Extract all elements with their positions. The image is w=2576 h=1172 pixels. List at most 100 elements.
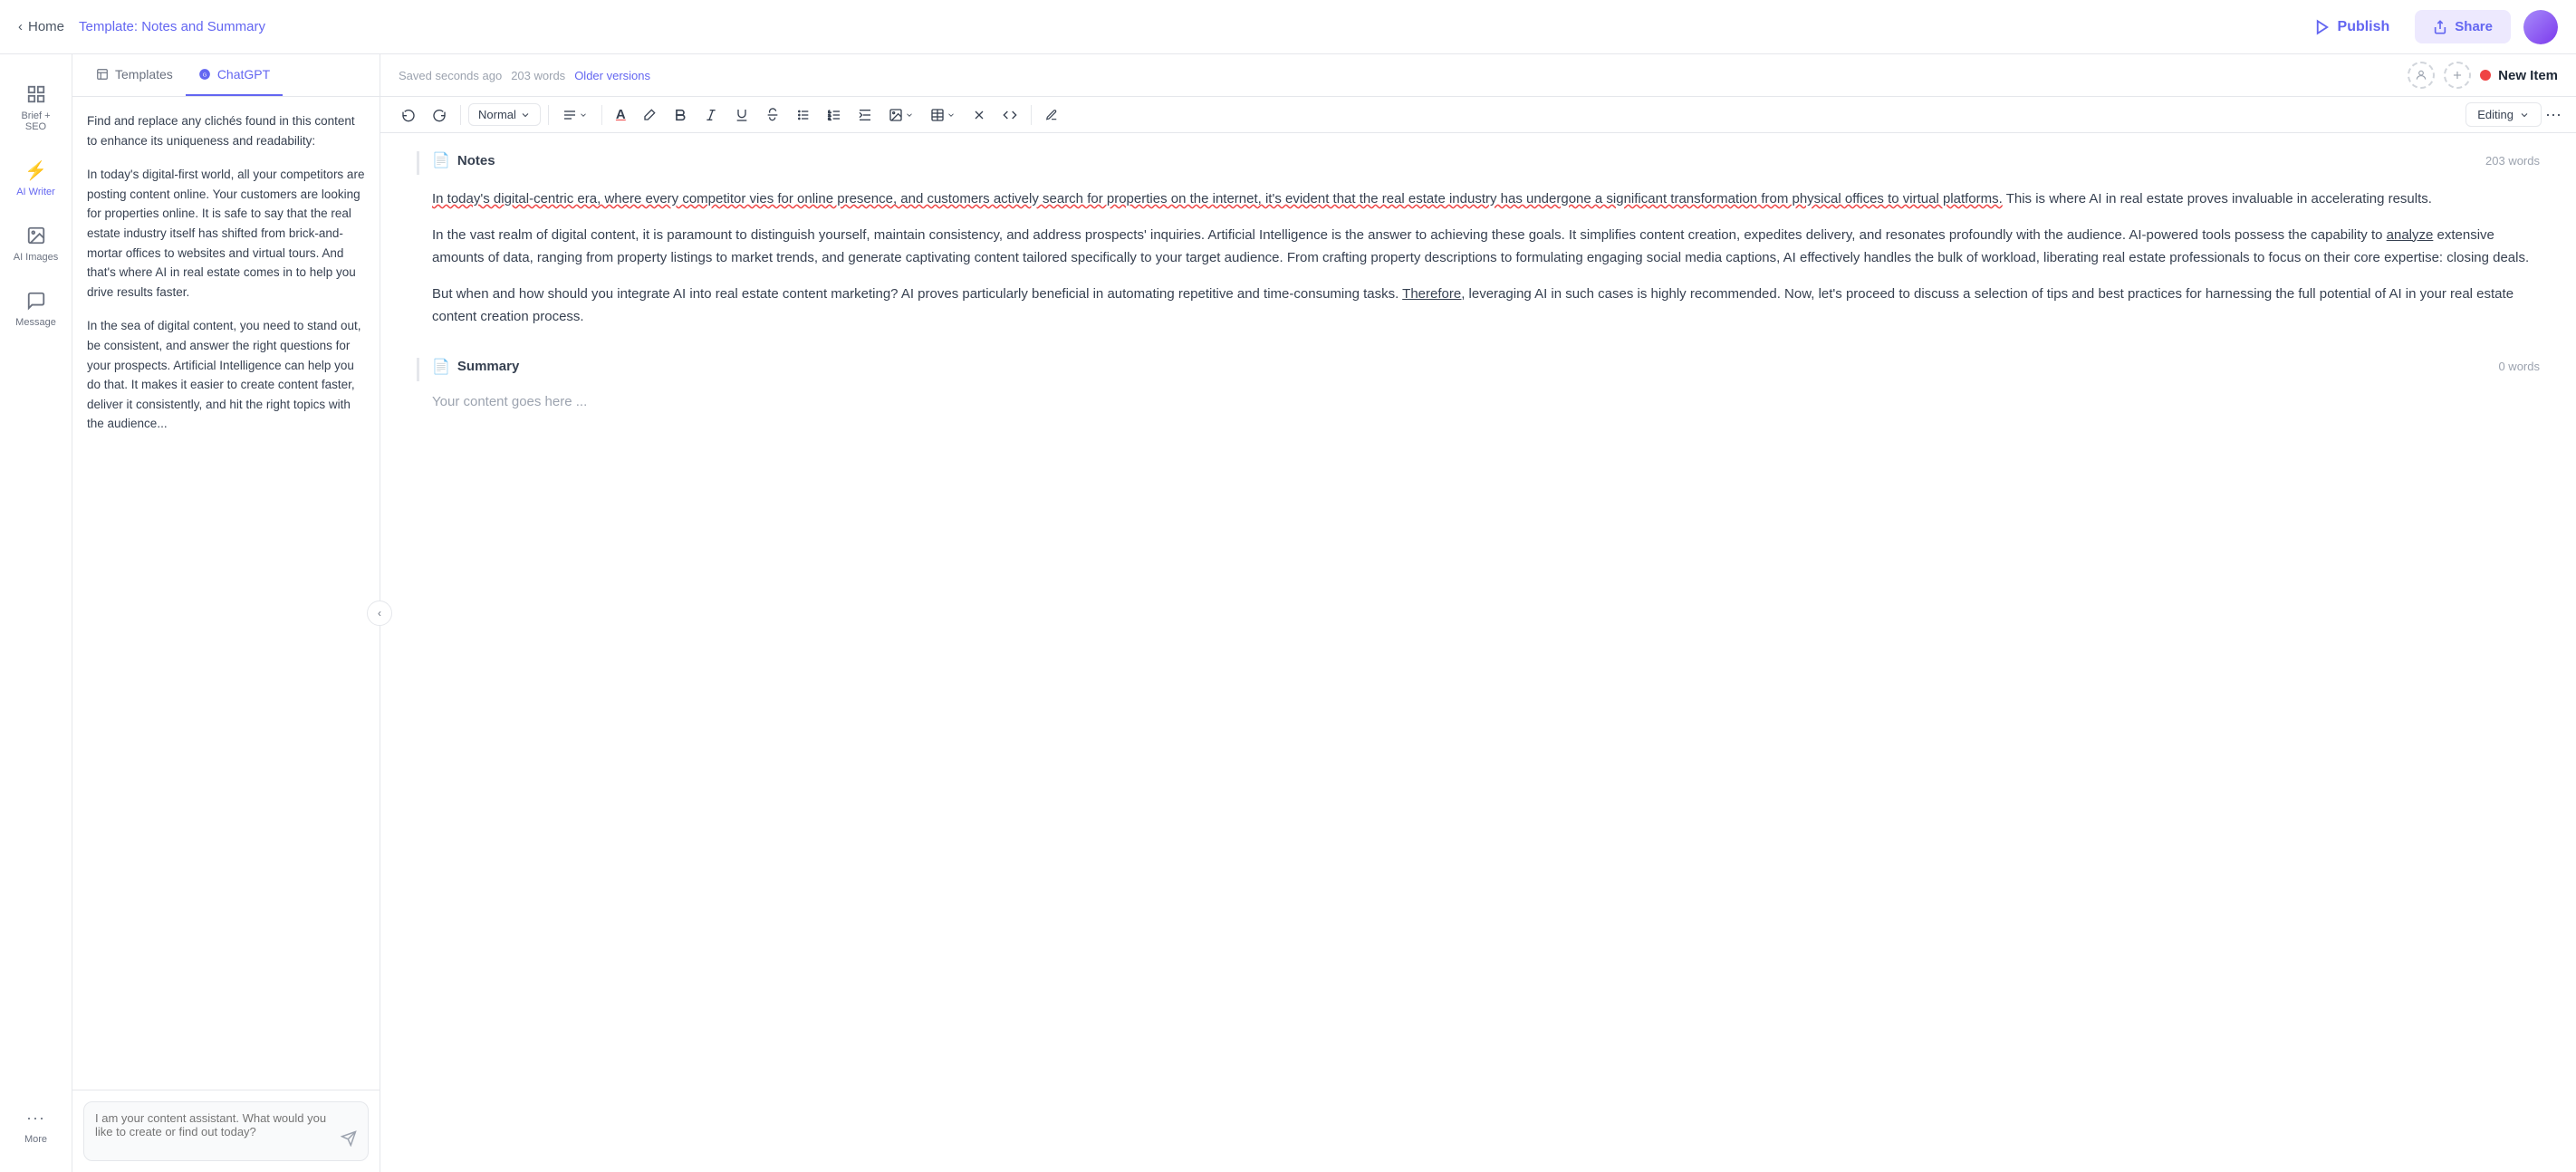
numbered-list-icon: 1.2.3. bbox=[827, 108, 841, 122]
red-dot-indicator bbox=[2480, 70, 2491, 81]
saved-text: Saved seconds ago bbox=[399, 69, 502, 82]
undo-button[interactable] bbox=[395, 103, 422, 127]
underline-icon bbox=[735, 108, 749, 122]
more-dots-icon: ··· bbox=[24, 1105, 49, 1130]
strikethrough-button[interactable] bbox=[759, 103, 786, 127]
therefore-text: Therefore, bbox=[1402, 286, 1465, 302]
code-icon bbox=[1003, 108, 1017, 122]
older-versions-link[interactable]: Older versions bbox=[574, 69, 650, 82]
chat-input-area bbox=[72, 1090, 380, 1172]
chat-input[interactable] bbox=[95, 1111, 333, 1151]
tab-chatgpt[interactable]: G ChatGPT bbox=[186, 54, 283, 96]
analyze-text: analyze bbox=[2387, 227, 2434, 243]
table-button[interactable] bbox=[924, 103, 962, 127]
side-panel: Templates G ChatGPT Find and replace any… bbox=[72, 54, 380, 1172]
redo-icon bbox=[432, 108, 447, 122]
redo-button[interactable] bbox=[426, 103, 453, 127]
new-item-button[interactable]: New Item bbox=[2480, 68, 2558, 83]
editor-meta: Saved seconds ago 203 words Older versio… bbox=[399, 69, 650, 82]
chevron-down-icon-2 bbox=[579, 110, 588, 120]
summary-title: Summary bbox=[457, 359, 519, 374]
image-toolbar-icon bbox=[889, 108, 903, 122]
sidebar-item-more[interactable]: ··· More bbox=[4, 1096, 69, 1154]
home-label: Home bbox=[28, 19, 64, 34]
summary-placeholder[interactable]: Your content goes here ... bbox=[417, 394, 2540, 409]
editing-mode-button[interactable]: Editing bbox=[2465, 102, 2542, 127]
toolbar-more-button[interactable]: ··· bbox=[2545, 105, 2562, 124]
publish-button[interactable]: Publish bbox=[2302, 12, 2403, 43]
editor-topbar: Saved seconds ago 203 words Older versio… bbox=[380, 54, 2576, 97]
toolbar-sep-4 bbox=[1031, 105, 1032, 125]
share-button[interactable]: Share bbox=[2415, 10, 2511, 43]
chevron-down-icon-3 bbox=[905, 110, 914, 120]
editor-meta-right: New Item bbox=[2408, 62, 2558, 89]
chevron-down-icon bbox=[520, 110, 531, 120]
clear-format-button[interactable] bbox=[966, 103, 993, 127]
breadcrumb-name: Notes and Summary bbox=[141, 19, 265, 34]
summary-header-inner: 📄 Summary bbox=[432, 358, 2489, 376]
align-button[interactable] bbox=[556, 103, 594, 127]
tab-templates[interactable]: Templates bbox=[83, 54, 186, 96]
bullet-list-icon bbox=[796, 108, 811, 122]
collapse-panel-button[interactable]: ‹ bbox=[367, 600, 392, 626]
publish-icon bbox=[2314, 19, 2331, 35]
sidebar-item-brief-seo[interactable]: Brief + SEO bbox=[4, 72, 69, 141]
underline-button[interactable] bbox=[728, 103, 755, 127]
notes-paragraph-2: In the vast realm of digital content, it… bbox=[432, 224, 2540, 270]
chevron-down-icon-4 bbox=[947, 110, 956, 120]
bold-icon bbox=[673, 108, 687, 122]
notes-section: 📄 Notes 203 words In today's digital-cen… bbox=[417, 151, 2540, 329]
bullet-list-button[interactable] bbox=[790, 103, 817, 127]
top-header: ‹ Home Template: Notes and Summary Publi… bbox=[0, 0, 2576, 54]
message-icon bbox=[24, 288, 49, 313]
collaborator-avatar-2[interactable] bbox=[2444, 62, 2471, 89]
sidebar-item-ai-images[interactable]: AI Images bbox=[4, 214, 69, 272]
summary-icon: 📄 bbox=[432, 358, 450, 376]
summary-section-header: 📄 Summary 0 words bbox=[417, 358, 2540, 381]
panel-paragraph-3: In the sea of digital content, you need … bbox=[87, 316, 365, 434]
align-icon bbox=[562, 108, 577, 122]
strikethrough-icon bbox=[765, 108, 780, 122]
sidebar-label-ai-images: AI Images bbox=[14, 252, 59, 263]
sidebar-item-message[interactable]: Message bbox=[4, 279, 69, 337]
indent-button[interactable] bbox=[851, 103, 879, 127]
style-select[interactable]: Normal bbox=[468, 103, 541, 126]
bold-button[interactable] bbox=[667, 103, 694, 127]
lightning-icon: ⚡ bbox=[24, 158, 49, 183]
icon-sidebar: Brief + SEO ⚡ AI Writer AI Images Messag… bbox=[0, 54, 72, 1172]
notes-word-count: 203 words bbox=[2485, 154, 2540, 168]
notes-icon: 📄 bbox=[432, 151, 450, 169]
sidebar-label-more: More bbox=[24, 1134, 47, 1145]
clear-format-icon bbox=[972, 108, 986, 122]
numbered-list-button[interactable]: 1.2.3. bbox=[821, 103, 848, 127]
code-button[interactable] bbox=[996, 103, 1024, 127]
highlight-button[interactable] bbox=[636, 103, 663, 127]
text-color-button[interactable]: A bbox=[610, 102, 632, 127]
table-icon bbox=[930, 108, 945, 122]
user-icon bbox=[2415, 69, 2427, 82]
pen-icon bbox=[1045, 109, 1058, 121]
plus-icon bbox=[2451, 69, 2464, 82]
italic-icon bbox=[704, 108, 718, 122]
text-color-icon: A bbox=[616, 107, 626, 122]
italic-button[interactable] bbox=[697, 103, 725, 127]
collaborator-avatar-1[interactable] bbox=[2408, 62, 2435, 89]
pen-button[interactable] bbox=[1039, 104, 1064, 126]
panel-paragraph-1: Find and replace any clichés found in th… bbox=[87, 111, 365, 150]
image-icon bbox=[24, 223, 49, 248]
avatar[interactable] bbox=[2523, 10, 2558, 44]
notes-content[interactable]: In today's digital-centric era, where ev… bbox=[417, 187, 2540, 329]
svg-text:G: G bbox=[203, 72, 207, 78]
share-icon bbox=[2433, 20, 2447, 34]
notes-title: Notes bbox=[457, 153, 495, 168]
home-link[interactable]: ‹ Home bbox=[18, 19, 64, 34]
toolbar-sep-2 bbox=[548, 105, 549, 125]
sidebar-label-ai-writer: AI Writer bbox=[16, 187, 55, 197]
sidebar-item-ai-writer[interactable]: ⚡ AI Writer bbox=[4, 149, 69, 207]
editor-area: Saved seconds ago 203 words Older versio… bbox=[380, 54, 2576, 1172]
sidebar-label-brief-seo: Brief + SEO bbox=[11, 110, 62, 132]
notes-header-inner: 📄 Notes bbox=[432, 151, 2476, 169]
summary-section: 📄 Summary 0 words Your content goes here… bbox=[417, 358, 2540, 409]
send-button[interactable] bbox=[341, 1130, 357, 1151]
image-button[interactable] bbox=[882, 103, 920, 127]
